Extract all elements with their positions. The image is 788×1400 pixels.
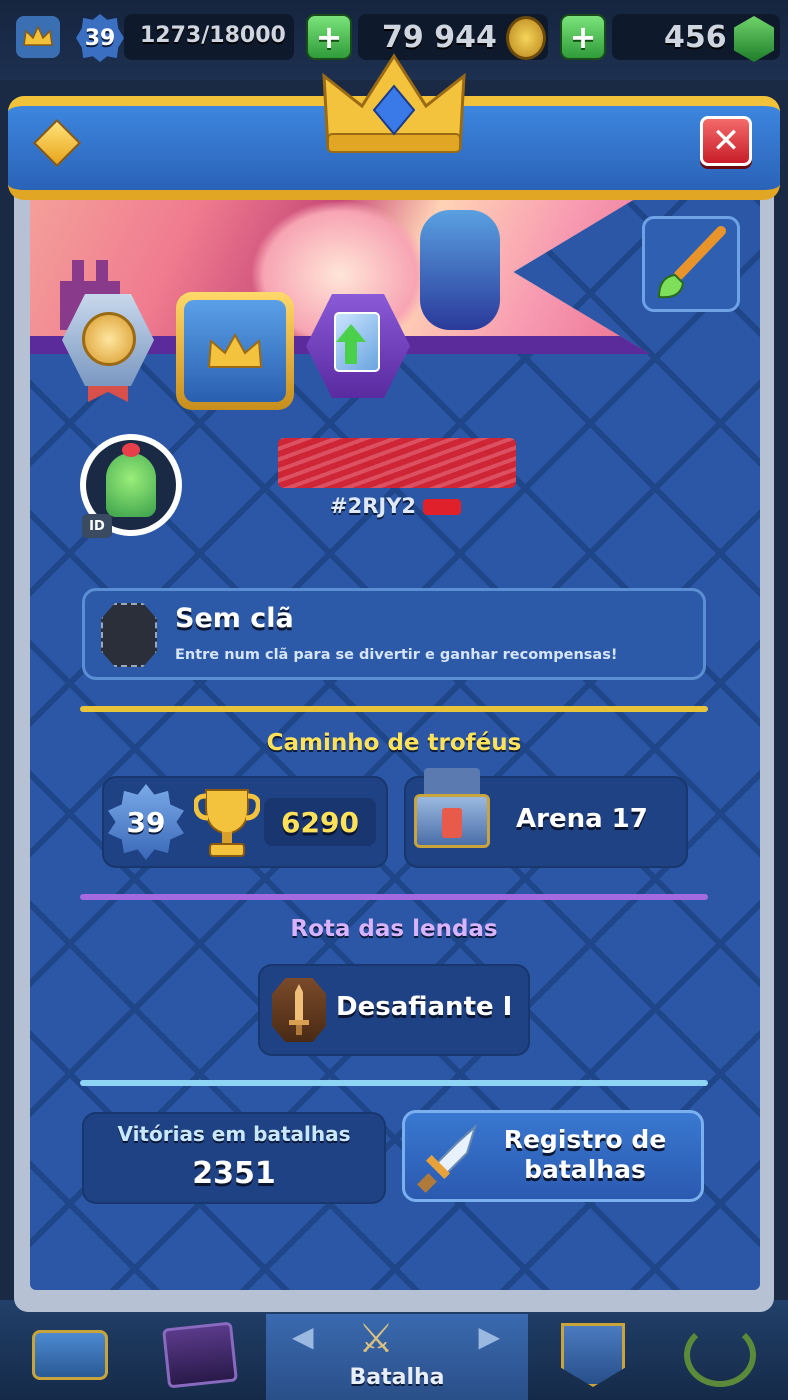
xp-text: 1273/18000 <box>140 23 286 48</box>
nav-tab-clan[interactable] <box>548 1310 638 1400</box>
player-name-redacted <box>278 438 516 488</box>
trophy-icon <box>194 789 260 857</box>
nav-tab-shop[interactable] <box>20 1310 120 1400</box>
player-tag-redacted <box>423 499 462 515</box>
crossed-swords-icon: ⚔ <box>358 1316 394 1362</box>
clan-title: Sem clã <box>175 603 294 634</box>
legends-rank-card[interactable]: Desafiante I <box>258 964 530 1056</box>
id-badge-label: ID <box>89 518 105 534</box>
laurel-icon <box>684 1323 756 1387</box>
arena-name: Arena 17 <box>516 804 648 834</box>
legends-divider <box>80 894 708 900</box>
trophy-road-level: 39 <box>126 805 166 839</box>
sword-icon <box>289 984 309 1035</box>
nav-right-arrow-icon: ▶ <box>478 1320 500 1353</box>
sword-icon <box>417 1123 478 1193</box>
cactus-icon <box>106 443 156 517</box>
legends-title: Rota das lendas <box>290 916 498 942</box>
header-crown-icon <box>318 48 470 158</box>
empty-clan-badge-icon <box>101 603 157 667</box>
nav-tab-battle-label: Batalha <box>349 1365 445 1390</box>
crown-badge-inner <box>184 300 286 402</box>
edit-banner-button[interactable] <box>642 216 740 312</box>
battle-log-button[interactable]: Registro de batalhas <box>402 1110 704 1202</box>
crown-badge[interactable] <box>176 292 294 410</box>
cards-icon <box>162 1321 238 1389</box>
gems-amount: 456 <box>664 20 727 55</box>
nav-tab-events[interactable] <box>670 1310 770 1400</box>
clan-icon <box>561 1323 625 1387</box>
battle-wins-label: Vitórias em batalhas <box>117 1122 351 1146</box>
battle-wins-value: 2351 <box>192 1156 276 1191</box>
player-tag: #2RJY2 <box>330 494 462 518</box>
trophy-road-title: Caminho de troféus <box>266 730 522 756</box>
nav-tab-cards[interactable] <box>150 1310 250 1400</box>
stats-divider <box>80 1080 708 1086</box>
crown-icon <box>16 16 60 58</box>
gold-coin-icon <box>506 16 546 60</box>
trophy-value-box: 6290 <box>264 798 376 846</box>
rank-shield <box>272 978 326 1042</box>
arena-gate <box>442 808 462 838</box>
buy-gems-button[interactable]: + <box>560 14 606 60</box>
king-level-badge: 39 <box>76 14 124 62</box>
nav-tab-battle[interactable]: ◀ ⚔ ▶ Batalha <box>266 1314 528 1400</box>
trophy-count: 6290 <box>281 805 359 839</box>
king-level: 39 <box>84 25 116 51</box>
arena-card[interactable]: Arena 17 <box>404 768 688 868</box>
arena-icon <box>414 768 490 854</box>
clan-card[interactable]: Sem clã Entre num clã para se divertir e… <box>82 588 706 680</box>
chest-icon <box>32 1330 108 1380</box>
medal-badge[interactable] <box>62 294 156 404</box>
cactus-flower <box>122 443 140 457</box>
battle-log-label: Registro de batalhas <box>503 1125 667 1184</box>
paintbrush-icon <box>657 226 726 299</box>
xp-bar: 1273/18000 <box>124 14 294 60</box>
trophy-road-divider <box>80 706 708 712</box>
clan-subtitle: Entre num clã para se divertir e ganhar … <box>175 647 618 663</box>
banner-art-figure <box>420 210 500 330</box>
medal-badge-coin <box>82 312 136 366</box>
trophy-count-card[interactable]: 39 6290 <box>102 776 388 868</box>
crown-badge-icon <box>207 332 263 368</box>
level-star-badge: 39 <box>108 784 184 860</box>
legends-rank: Desafiante I <box>336 992 513 1022</box>
battle-wins-card: Vitórias em batalhas 2351 <box>82 1112 386 1204</box>
nav-left-arrow-icon: ◀ <box>292 1320 314 1353</box>
id-badge: ID <box>82 514 112 538</box>
close-button[interactable]: ✕ <box>700 116 752 166</box>
